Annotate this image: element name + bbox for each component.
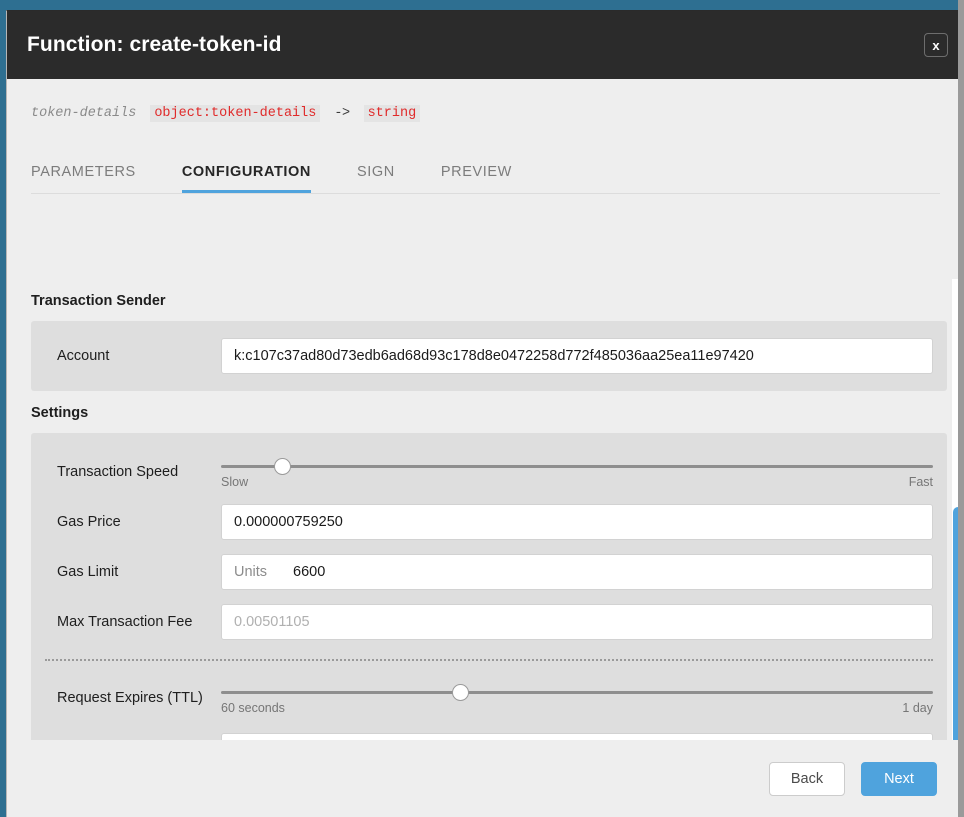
gas-price-label: Gas Price (57, 514, 121, 530)
ttl-scale: 60 seconds 1 day (221, 701, 933, 715)
max-transaction-fee-label: Max Transaction Fee (57, 614, 193, 630)
tab-preview[interactable]: PREVIEW (441, 164, 512, 193)
transaction-speed-scale: Slow Fast (221, 475, 933, 489)
ttl-row: Request Expires (TTL) 60 seconds 1 day (45, 679, 933, 717)
transaction-speed-max-label: Fast (908, 475, 933, 489)
signature-argument-name: token-details (31, 106, 137, 121)
account-input[interactable]: k:c107c37ad80d73edb6ad68d93c178d8e047225… (221, 338, 933, 374)
gas-limit-value: 6600 (293, 564, 326, 580)
modal-body: token-details object:token-details -> st… (7, 79, 964, 817)
window-scrollbar[interactable] (958, 0, 964, 817)
gas-limit-label: Gas Limit (57, 564, 119, 580)
ttl-thumb[interactable] (451, 684, 469, 701)
function-signature: token-details object:token-details -> st… (7, 79, 964, 122)
back-button[interactable]: Back (769, 762, 845, 796)
ttl-track[interactable] (221, 691, 933, 694)
gas-price-input[interactable]: 0.000000759250 (221, 504, 933, 540)
modal-footer: Back Next (7, 740, 964, 817)
gas-limit-input[interactable]: Units 6600 (221, 554, 933, 590)
transaction-speed-track[interactable] (221, 465, 933, 468)
ttl-label: Request Expires (TTL) (57, 690, 203, 706)
function-modal: Function: create-token-id x token-detail… (6, 10, 964, 817)
max-transaction-fee-row: Max Transaction Fee 0.00501105 (45, 603, 933, 641)
next-button[interactable]: Next (861, 762, 937, 796)
signature-arrow-icon: -> (334, 106, 350, 121)
modal-header: Function: create-token-id x (7, 11, 964, 79)
tab-bar: PARAMETERS CONFIGURATION SIGN PREVIEW (31, 164, 940, 194)
page-title: Function: create-token-id (27, 33, 282, 56)
gas-limit-row: Gas Limit Units 6600 (45, 553, 933, 591)
transaction-speed-row: Transaction Speed Slow Fast (45, 453, 933, 491)
settings-heading: Settings (31, 405, 89, 421)
transaction-speed-slider[interactable]: Slow Fast (221, 453, 933, 491)
tab-sign[interactable]: SIGN (357, 164, 395, 193)
configuration-scroll-area: Transaction Sender Account k:c107c37ad80… (7, 279, 964, 817)
gas-limit-unit-label: Units (234, 564, 268, 580)
max-transaction-fee-input[interactable]: 0.00501105 (221, 604, 933, 640)
tab-parameters[interactable]: PARAMETERS (31, 164, 136, 193)
configuration-content: Transaction Sender Account k:c107c37ad80… (7, 293, 947, 817)
signature-return-type: string (363, 105, 421, 122)
tab-configuration[interactable]: CONFIGURATION (181, 164, 312, 193)
ttl-slider[interactable]: 60 seconds 1 day (221, 679, 933, 717)
transaction-sender-heading: Transaction Sender (31, 293, 166, 309)
settings-divider (45, 659, 933, 661)
close-icon[interactable]: x (924, 33, 948, 57)
ttl-min-label: 60 seconds (221, 701, 285, 715)
settings-panel: Transaction Speed Slow Fast Gas Price 0.… (31, 433, 947, 791)
signature-argument-type: object:token-details (150, 105, 321, 122)
ttl-max-label: 1 day (902, 701, 933, 715)
transaction-speed-label: Transaction Speed (57, 464, 179, 480)
app-root: Function: create-token-id x token-detail… (0, 0, 964, 817)
gas-price-row: Gas Price 0.000000759250 (45, 503, 933, 541)
account-label: Account (57, 348, 110, 364)
transaction-sender-panel: Account k:c107c37ad80d73edb6ad68d93c178d… (31, 321, 947, 391)
account-row: Account k:c107c37ad80d73edb6ad68d93c178d… (45, 337, 933, 375)
transaction-speed-min-label: Slow (221, 475, 249, 489)
transaction-speed-thumb[interactable] (273, 458, 291, 475)
